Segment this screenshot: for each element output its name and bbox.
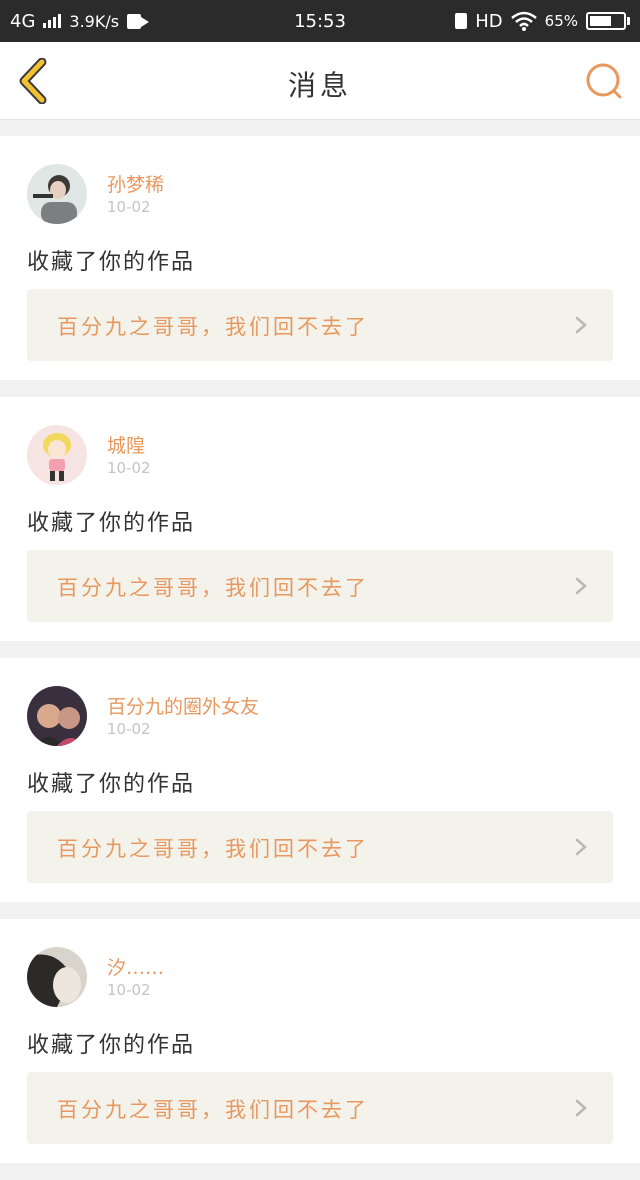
header: 消息 — [0, 42, 640, 120]
username[interactable]: 百分九的圈外女友 — [107, 692, 259, 719]
message-card: 百分九的圈外女友 10-02 收藏了你的作品 百分九之哥哥，我们回不去了 — [0, 658, 640, 902]
avatar[interactable] — [27, 686, 87, 746]
chevron-right-icon — [575, 838, 587, 856]
battery-icon — [586, 12, 630, 30]
status-left: 4G 3.9K/s — [10, 10, 150, 32]
work-title: 百分九之哥哥，我们回不去了 — [57, 1098, 369, 1122]
username[interactable]: 汐…… — [107, 953, 164, 980]
action-text: 收藏了你的作品 — [27, 772, 196, 797]
battery-percent: 65% — [544, 12, 578, 30]
status-bar: 4G 3.9K/s 15:53 HD 65% — [0, 0, 640, 42]
action-text: 收藏了你的作品 — [27, 250, 196, 275]
work-title: 百分九之哥哥，我们回不去了 — [57, 315, 369, 339]
work-link[interactable]: 百分九之哥哥，我们回不去了 — [27, 811, 613, 883]
action-text: 收藏了你的作品 — [27, 511, 196, 536]
message-card: 汐…… 10-02 收藏了你的作品 百分九之哥哥，我们回不去了 — [0, 919, 640, 1163]
message-card: 孙梦稀 10-02 收藏了你的作品 百分九之哥哥，我们回不去了 — [0, 136, 640, 380]
hd-label: HD — [475, 10, 503, 32]
signal-icon — [43, 14, 62, 28]
network-type: 4G — [10, 10, 36, 32]
message-date: 10-02 — [107, 720, 151, 738]
message-card: 城隍 10-02 收藏了你的作品 百分九之哥哥，我们回不去了 — [0, 397, 640, 641]
page-title: 消息 — [287, 69, 352, 102]
chevron-right-icon — [575, 577, 587, 595]
work-link[interactable]: 百分九之哥哥，我们回不去了 — [27, 289, 613, 361]
avatar[interactable] — [27, 425, 87, 485]
username[interactable]: 孙梦稀 — [107, 170, 164, 197]
network-speed: 3.9K/s — [69, 11, 120, 31]
work-link[interactable]: 百分九之哥哥，我们回不去了 — [27, 550, 613, 622]
work-title: 百分九之哥哥，我们回不去了 — [57, 576, 369, 600]
work-link[interactable]: 百分九之哥哥，我们回不去了 — [27, 1072, 613, 1144]
video-icon — [127, 13, 150, 29]
work-title: 百分九之哥哥，我们回不去了 — [57, 837, 369, 861]
avatar[interactable] — [27, 947, 87, 1007]
action-text: 收藏了你的作品 — [27, 1033, 196, 1058]
chevron-right-icon — [575, 316, 587, 334]
message-date: 10-02 — [107, 459, 151, 477]
charging-icon — [455, 13, 468, 29]
message-date: 10-02 — [107, 981, 151, 999]
status-right: HD 65% — [455, 11, 630, 32]
search-button[interactable] — [584, 60, 626, 102]
username[interactable]: 城隍 — [107, 431, 145, 458]
avatar[interactable] — [27, 164, 87, 224]
message-date: 10-02 — [107, 198, 151, 216]
message-list: 孙梦稀 10-02 收藏了你的作品 百分九之哥哥，我们回不去了 城隍 10-02… — [0, 136, 640, 1180]
chevron-right-icon — [575, 1099, 587, 1117]
search-icon — [586, 63, 622, 99]
wifi-icon — [510, 11, 537, 31]
